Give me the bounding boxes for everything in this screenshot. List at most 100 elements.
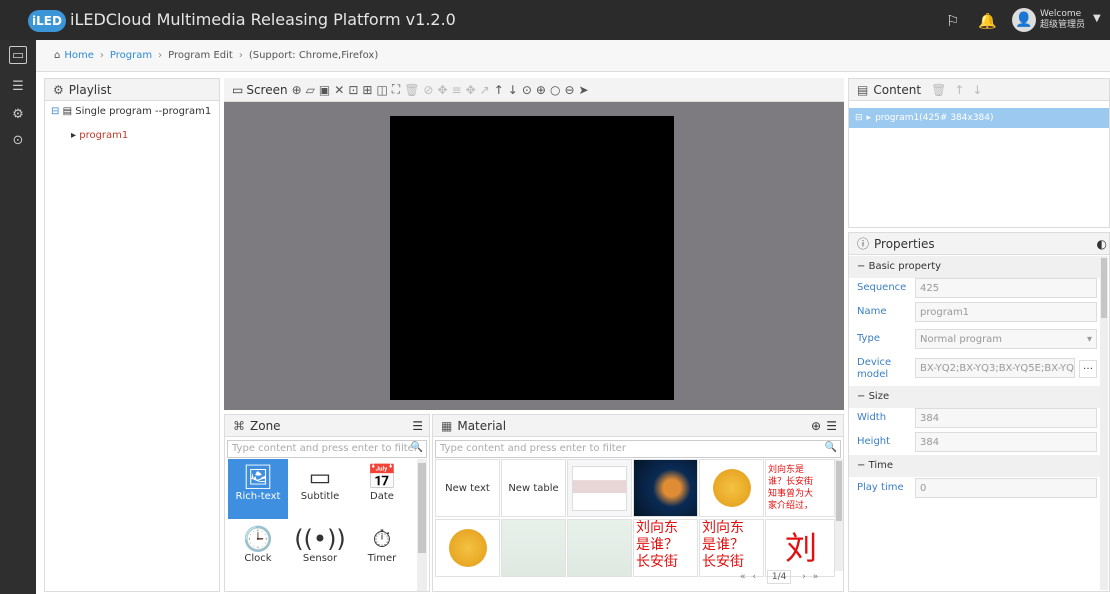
scroll-thumb[interactable]: [836, 461, 842, 521]
close-icon[interactable]: ✕: [334, 83, 344, 97]
play-time-field[interactable]: 0: [915, 478, 1097, 498]
bell-icon[interactable]: 🔔: [978, 12, 997, 30]
material-screenshot-thumb[interactable]: [567, 459, 632, 517]
device-model-field[interactable]: BX-YQ2;BX-YQ3;BX-YQ5E;BX-YQ-: [915, 358, 1075, 378]
reset-zoom-icon[interactable]: ○: [550, 83, 560, 97]
list-nav-icon[interactable]: ☰: [9, 78, 27, 96]
align-icon[interactable]: ≡: [452, 83, 462, 97]
up-arrow-icon[interactable]: ↑: [494, 83, 504, 97]
material-chinese-text-mid-2[interactable]: 刘向东是谁？长安街: [699, 519, 764, 577]
down-arrow-icon[interactable]: ↓: [508, 83, 518, 97]
more-icon[interactable]: …: [1079, 360, 1097, 378]
welcome-text[interactable]: Welcome 超级管理员: [1040, 9, 1085, 31]
subtitle-icon: ▭: [308, 463, 332, 491]
tree-root[interactable]: ⊟ ▤ Single program --program1: [51, 106, 211, 117]
last-page-icon[interactable]: »: [813, 572, 819, 582]
play-nav-icon[interactable]: ⊙: [9, 132, 27, 150]
tree-item-program1[interactable]: ▸ program1: [71, 130, 128, 141]
material-jellyfish-thumb[interactable]: [633, 459, 698, 517]
move-icon[interactable]: ✥: [437, 83, 447, 97]
zone-item-timer[interactable]: ⏱ Timer: [352, 521, 412, 581]
tree-item-label: program1: [79, 130, 129, 141]
collapse-icon[interactable]: ⊟: [855, 113, 863, 123]
material-sun-thumb-2[interactable]: [435, 519, 500, 577]
zone-scrollbar[interactable]: [417, 459, 427, 591]
delete-icon[interactable]: 🗑: [931, 83, 946, 97]
fit-icon[interactable]: ⊞: [362, 83, 372, 97]
home-icon[interactable]: ⌂: [54, 50, 60, 61]
actual-size-icon[interactable]: ◫: [376, 83, 387, 97]
avatar[interactable]: 👤: [1012, 8, 1036, 32]
new-icon[interactable]: ⊕: [292, 83, 302, 97]
properties-scrollbar[interactable]: [1100, 256, 1108, 590]
material-chinese-text-big[interactable]: 刘: [765, 519, 835, 577]
material-chinese-text-mid[interactable]: 刘向东是谁？长安街: [633, 519, 698, 577]
zone-item-sensor[interactable]: ((•)) Sensor: [290, 521, 350, 581]
width-field[interactable]: 384: [915, 408, 1097, 428]
first-page-icon[interactable]: «: [740, 572, 746, 582]
breadcrumb-home[interactable]: Home: [64, 50, 94, 61]
list-view-icon[interactable]: ☰: [412, 419, 423, 433]
arrange-icon[interactable]: ✥: [466, 83, 476, 97]
material-face-thumb-2[interactable]: [567, 519, 632, 577]
material-label: New text: [445, 482, 490, 494]
delete-icon[interactable]: 🗑: [404, 83, 419, 97]
chinese-text: 刘: [784, 528, 817, 567]
group-label: Basic property: [868, 261, 942, 272]
search-icon[interactable]: 🔍: [825, 442, 837, 453]
expand-icon[interactable]: ↗: [480, 83, 490, 97]
gear-nav-icon[interactable]: ⚙: [9, 106, 27, 124]
zoom-in-icon[interactable]: ⊕: [536, 83, 546, 97]
material-sun-thumb[interactable]: [699, 459, 764, 517]
program-screen[interactable]: [390, 116, 674, 400]
open-folder-icon[interactable]: ▱: [306, 83, 315, 97]
zone-search-input[interactable]: Type content and press enter to filter 🔍: [227, 440, 427, 458]
collapse-icon[interactable]: ⊟: [51, 106, 59, 117]
material-search-input[interactable]: Type content and press enter to filter 🔍: [435, 440, 841, 458]
toggle-icon[interactable]: ◐: [1097, 237, 1107, 251]
zone-item-clock[interactable]: 🕒 Clock: [228, 521, 288, 581]
zone-item-rich-text[interactable]: 🖼 Rich-text: [228, 459, 288, 519]
breadcrumb-current: Program Edit: [168, 50, 233, 61]
app-root: iLED iLEDCloud Multimedia Releasing Plat…: [0, 0, 1110, 594]
group-size[interactable]: − Size: [849, 386, 1105, 408]
screen-nav-icon[interactable]: ▭: [9, 46, 27, 64]
playlist-header: ⚙ Playlist: [45, 79, 219, 101]
sequence-field[interactable]: 425: [915, 278, 1097, 298]
zoom-out-icon[interactable]: ⊖: [564, 83, 574, 97]
prev-page-icon[interactable]: ‹: [752, 572, 756, 582]
add-icon[interactable]: ⊕: [811, 419, 821, 433]
zone-item-date[interactable]: 📅 Date: [352, 459, 412, 519]
save-icon[interactable]: ▣: [319, 83, 330, 97]
resize-icon[interactable]: ⊡: [348, 83, 358, 97]
search-icon[interactable]: 🔍: [411, 442, 423, 453]
name-field[interactable]: program1: [915, 302, 1097, 322]
next-page-icon[interactable]: ›: [802, 572, 806, 582]
material-chinese-text-small[interactable]: 刘向东是谁？长安街知事曾为大家介绍过，: [765, 459, 835, 517]
send-icon[interactable]: ➤: [579, 83, 589, 97]
lock-icon[interactable]: ⊘: [423, 83, 433, 97]
material-new-text[interactable]: New text: [435, 459, 500, 517]
zone-item-subtitle[interactable]: ▭ Subtitle: [290, 459, 350, 519]
height-field[interactable]: 384: [915, 432, 1097, 452]
calendar-icon: 📅: [367, 463, 397, 491]
content-item-program1[interactable]: ⊟ ▸ program1(425# 384x384): [849, 108, 1109, 128]
fullscreen-icon[interactable]: ⛶: [392, 82, 400, 97]
scroll-thumb[interactable]: [1101, 258, 1107, 318]
breadcrumb-program[interactable]: Program: [110, 50, 152, 61]
up-arrow-icon[interactable]: ↑: [954, 83, 964, 97]
flag-icon[interactable]: ⚐: [946, 12, 959, 30]
prop-label: Height: [857, 436, 891, 447]
scroll-thumb[interactable]: [418, 463, 426, 553]
group-basic-property[interactable]: − Basic property: [849, 256, 1105, 278]
chevron-down-icon[interactable]: ▼: [1093, 13, 1101, 24]
material-new-table[interactable]: New table: [501, 459, 566, 517]
list-view-icon[interactable]: ☰: [826, 419, 837, 433]
group-time[interactable]: − Time: [849, 455, 1105, 477]
down-arrow-icon[interactable]: ↓: [972, 83, 982, 97]
prop-type: Type Normal program ▾: [849, 327, 1099, 351]
material-face-thumb[interactable]: [501, 519, 566, 577]
play-circle-icon[interactable]: ⊙: [522, 83, 532, 97]
type-select[interactable]: Normal program ▾: [915, 329, 1097, 349]
material-scrollbar[interactable]: [835, 459, 843, 571]
